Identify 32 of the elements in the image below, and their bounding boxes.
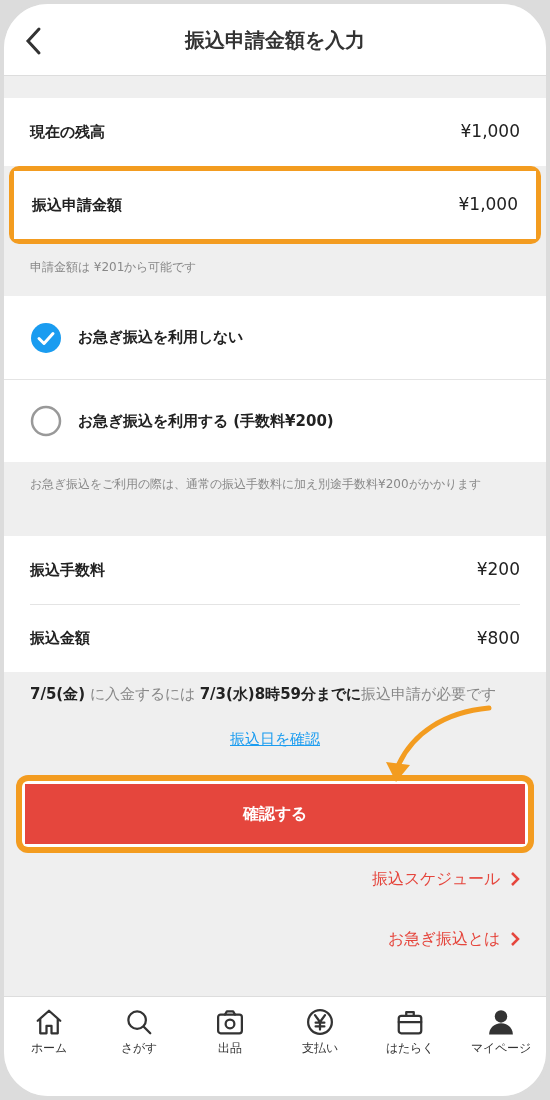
row-value: ¥200 (476, 558, 520, 582)
chevron-icon (510, 870, 520, 887)
row-label: 振込申請金額 (32, 194, 122, 216)
tab-item[interactable]: 支払い (275, 1007, 366, 1057)
tab-item[interactable]: ホーム (4, 1007, 95, 1057)
row-value: ¥800 (476, 626, 520, 650)
option-label: お急ぎ振込を利用する (手数料¥200) (78, 410, 334, 432)
chevron-icon (510, 930, 520, 947)
camera-icon (214, 1007, 245, 1037)
tab-item[interactable]: はたらく (365, 1007, 456, 1057)
row-label: 振込金額 (30, 628, 90, 650)
info-link[interactable]: お急ぎ振込とは (388, 926, 520, 951)
tab-item[interactable]: 出品 (184, 1007, 275, 1057)
express-option[interactable]: お急ぎ振込を利用しない (4, 296, 546, 379)
tab-item[interactable]: さがす (94, 1007, 185, 1057)
row-label: 現在の残高 (30, 121, 105, 143)
row-value: ¥1,000 (458, 193, 518, 217)
confirm-button[interactable]: 確認する (25, 783, 525, 844)
amount-hint: 申請金額は ¥201から可能です (30, 260, 197, 274)
tab-item[interactable]: マイページ (455, 1007, 546, 1057)
express-option[interactable]: お急ぎ振込を利用する (手数料¥200) (4, 379, 546, 462)
yen-icon (305, 1007, 336, 1037)
row-value: ¥1,000 (460, 120, 520, 144)
radio-icon[interactable] (30, 405, 62, 437)
option-label: お急ぎ振込を利用しない (78, 327, 243, 349)
deadline-notice: 7/5(金) に入金するには 7/3(水)8時59分までに振込申請が必要です (30, 684, 497, 704)
page-title: 振込申請金額を入力 (185, 26, 365, 54)
row-label: 振込手数料 (30, 559, 105, 581)
express-note: お急ぎ振込をご利用の際は、通常の振込手数料に加え別途手数料¥200がかかります (30, 476, 482, 493)
info-link[interactable]: 振込スケジュール (372, 866, 520, 891)
checked-radio-icon[interactable] (30, 321, 62, 354)
back-icon[interactable] (24, 26, 42, 56)
